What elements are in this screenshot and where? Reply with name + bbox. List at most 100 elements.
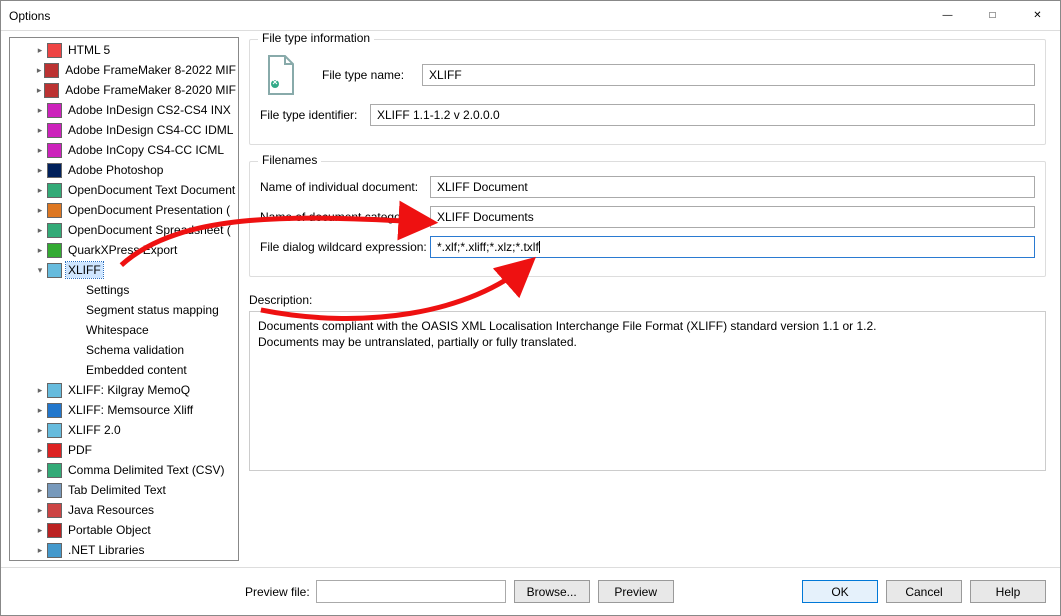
tree-item-label: PDF [66, 442, 94, 458]
expand-arrow-icon[interactable]: ▸ [34, 65, 44, 76]
wildcard-input[interactable]: *.xlf;*.xliff;*.xlz;*.txlf [430, 236, 1035, 258]
close-button[interactable]: ✕ [1015, 1, 1060, 31]
blank-icon [64, 322, 80, 338]
tree-item[interactable]: Settings [10, 280, 238, 300]
tree-item[interactable]: ▸ Comma Delimited Text (CSV) [10, 460, 238, 480]
file-type-icon [260, 54, 302, 96]
inx-icon [46, 102, 62, 118]
individual-doc-label: Name of individual document: [260, 180, 430, 194]
expand-arrow-icon[interactable]: ▸ [34, 505, 46, 516]
tree-item-label: Settings [84, 282, 131, 298]
wildcard-label: File dialog wildcard expression: [260, 240, 430, 254]
tree-item[interactable]: ▸Adobe Photoshop [10, 160, 238, 180]
kilgray-icon [46, 382, 62, 398]
expand-arrow-icon[interactable]: ▸ [34, 485, 46, 496]
tree-item[interactable]: ▸OpenDocument Presentation ( [10, 200, 238, 220]
expand-arrow-icon[interactable]: ▸ [34, 125, 46, 136]
preview-button[interactable]: Preview [598, 580, 674, 603]
tree-item-label: QuarkXPress Export [66, 242, 179, 258]
tree-item[interactable]: ▸Adobe InDesign CS4-CC IDML [10, 120, 238, 140]
file-type-name-label: File type name: [322, 68, 422, 82]
individual-doc-input[interactable]: XLIFF Document [430, 176, 1035, 198]
tree-item[interactable]: Whitespace [10, 320, 238, 340]
browse-button[interactable]: Browse... [514, 580, 590, 603]
net-icon [46, 542, 62, 558]
expand-arrow-icon[interactable]: ▾ [34, 265, 46, 276]
tree-item[interactable]: ▸ Tab Delimited Text [10, 480, 238, 500]
tree-item[interactable]: Segment status mapping [10, 300, 238, 320]
tree-item[interactable]: ▸ Java Resources [10, 500, 238, 520]
tree-item-label: XLIFF 2.0 [66, 422, 123, 438]
help-button[interactable]: Help [970, 580, 1046, 603]
expand-arrow-icon[interactable]: ▸ [34, 225, 46, 236]
dialog-footer: Preview file: Browse... Preview OK Cance… [1, 567, 1060, 615]
ps-icon [46, 162, 62, 178]
expand-arrow-icon[interactable]: ▸ [34, 45, 46, 56]
expand-arrow-icon[interactable]: ▸ [34, 105, 46, 116]
content-pane: File type information File type name: XL… [239, 31, 1060, 567]
expand-arrow-icon[interactable]: ▸ [34, 205, 46, 216]
group-title: Filenames [258, 153, 321, 167]
file-type-id-value: XLIFF 1.1-1.2 v 2.0.0.0 [370, 104, 1035, 126]
expand-arrow-icon[interactable]: ▸ [34, 405, 46, 416]
expand-arrow-icon[interactable]: ▸ [34, 445, 46, 456]
tree-item-label: Comma Delimited Text (CSV) [66, 462, 226, 478]
tree-item[interactable]: ▸ OpenDocument Spreadsheet ( [10, 220, 238, 240]
tree-item-label: Java Resources [66, 502, 156, 518]
tree-item-label: Portable Object [66, 522, 153, 538]
file-types-tree[interactable]: ▸HTML 5▸Adobe FrameMaker 8-2022 MIF▸Adob… [9, 37, 239, 561]
maximize-button[interactable]: □ [970, 1, 1015, 31]
expand-arrow-icon[interactable]: ▸ [34, 545, 46, 556]
file-type-id-label: File type identifier: [260, 108, 370, 122]
tree-item-label: Adobe FrameMaker 8-2022 MIF [63, 62, 238, 78]
xliff2-icon [46, 422, 62, 438]
tree-item-label: OpenDocument Spreadsheet ( [66, 222, 233, 238]
expand-arrow-icon[interactable]: ▸ [34, 385, 46, 396]
file-type-info-group: File type information File type name: XL… [249, 39, 1046, 145]
minimize-button[interactable]: — [925, 1, 970, 31]
tree-item[interactable]: ▸ OpenDocument Text Document [10, 180, 238, 200]
qxp-icon [46, 242, 62, 258]
tree-item[interactable]: Embedded content [10, 360, 238, 380]
tree-item[interactable]: ▸ Portable Object [10, 520, 238, 540]
tree-item[interactable]: Schema validation [10, 340, 238, 360]
tree-item[interactable]: ▸ XLIFF 2.0 [10, 420, 238, 440]
fm2020-icon [44, 82, 59, 98]
tree-item[interactable]: ▸XLIFF: Kilgray MemoQ [10, 380, 238, 400]
expand-arrow-icon[interactable]: ▸ [34, 245, 46, 256]
preview-file-input[interactable] [316, 580, 506, 603]
tree-item-label: XLIFF: Memsource Xliff [66, 402, 195, 418]
tree-item[interactable]: ▸ Adobe InDesign CS2-CS4 INX [10, 100, 238, 120]
tree-item[interactable]: ▸ .NET Libraries [10, 540, 238, 560]
po-icon [46, 522, 62, 538]
expand-arrow-icon[interactable]: ▸ [34, 425, 46, 436]
expand-arrow-icon[interactable]: ▸ [34, 525, 46, 536]
ods-icon [46, 222, 62, 238]
expand-arrow-icon[interactable]: ▸ [34, 145, 46, 156]
tree-item-label: .NET Libraries [66, 542, 146, 558]
expand-arrow-icon[interactable]: ▸ [34, 185, 46, 196]
tree-item-label: OpenDocument Text Document [66, 182, 237, 198]
blank-icon [64, 282, 80, 298]
doc-category-input[interactable]: XLIFF Documents [430, 206, 1035, 228]
description-label: Description: [249, 293, 1046, 307]
tree-item[interactable]: ▸ Adobe FrameMaker 8-2022 MIF [10, 60, 238, 80]
ok-button[interactable]: OK [802, 580, 878, 603]
expand-arrow-icon[interactable]: ▸ [34, 85, 44, 96]
tree-item[interactable]: ▸Adobe InCopy CS4-CC ICML [10, 140, 238, 160]
java-icon [46, 502, 62, 518]
tree-item-label: Embedded content [84, 362, 189, 378]
preview-file-label: Preview file: [245, 585, 310, 599]
tree-item-label: Adobe InDesign CS2-CS4 INX [66, 102, 233, 118]
tree-item[interactable]: ▸ PDF [10, 440, 238, 460]
cancel-button[interactable]: Cancel [886, 580, 962, 603]
tree-item[interactable]: ▸ QuarkXPress Export [10, 240, 238, 260]
tree-item[interactable]: ▸HTML 5 [10, 40, 238, 60]
tree-item-label: Tab Delimited Text [66, 482, 168, 498]
tree-item-selected[interactable]: ▾XLIFF [10, 260, 238, 280]
description-section: Description: Documents compliant with th… [249, 293, 1046, 471]
tree-item[interactable]: ▸Adobe FrameMaker 8-2020 MIF [10, 80, 238, 100]
expand-arrow-icon[interactable]: ▸ [34, 465, 46, 476]
tree-item[interactable]: ▸ XLIFF: Memsource Xliff [10, 400, 238, 420]
expand-arrow-icon[interactable]: ▸ [34, 165, 46, 176]
